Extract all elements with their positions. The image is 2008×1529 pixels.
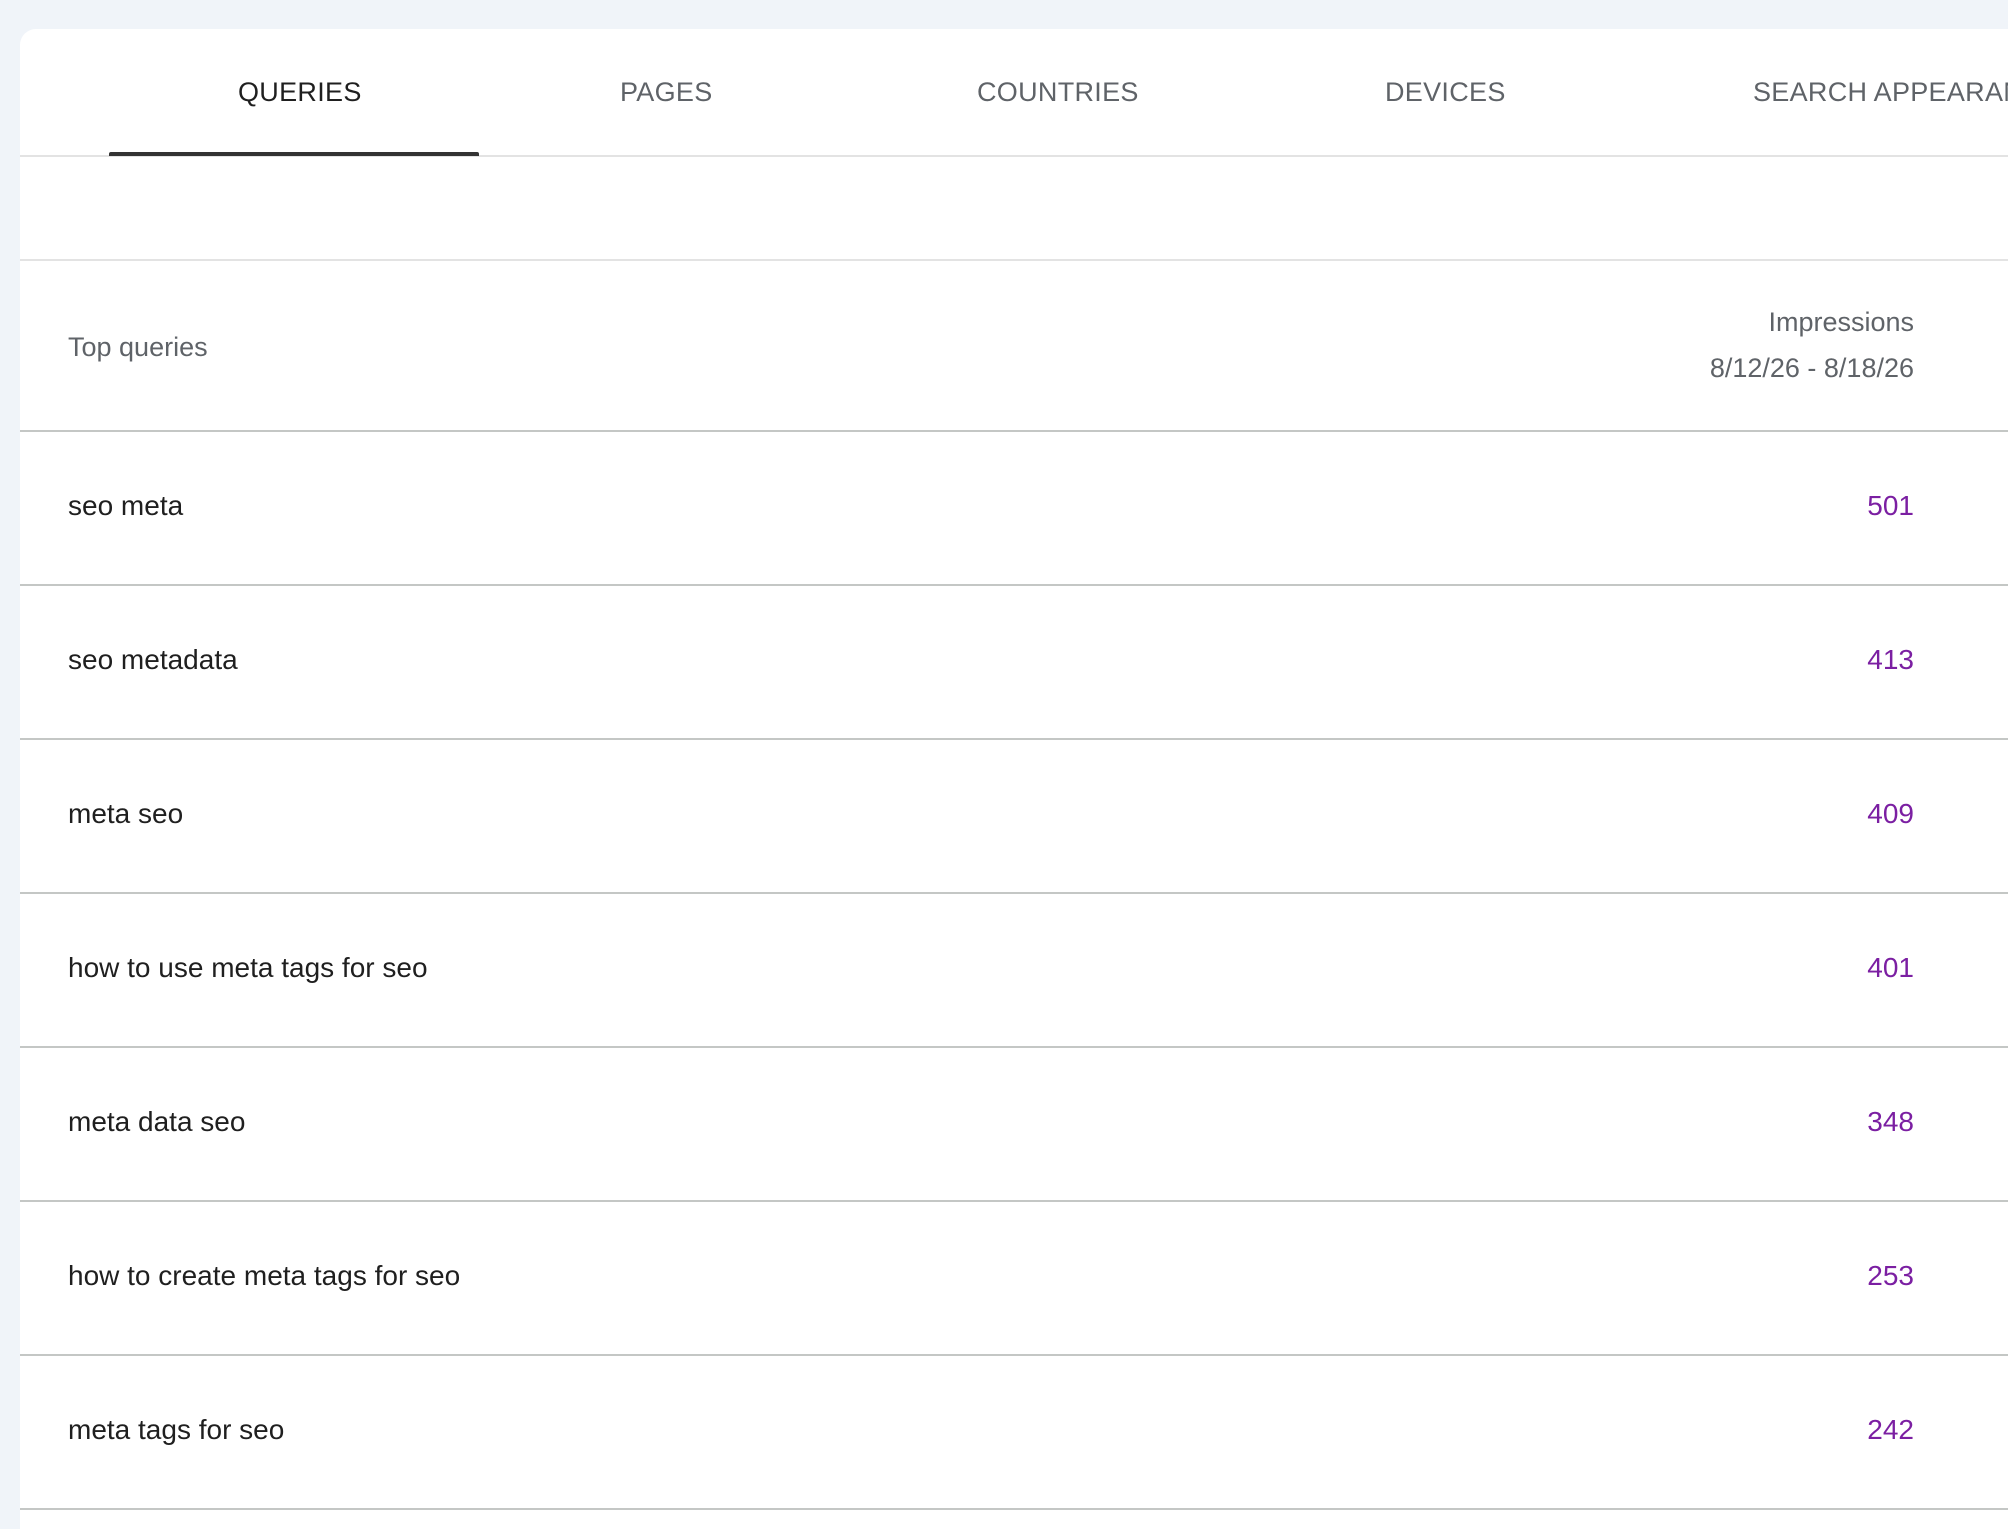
impressions-cell: 501	[1867, 490, 1914, 521]
query-cell: meta tags for seo	[68, 1414, 285, 1445]
query-cell: seo meta	[68, 490, 184, 521]
table-row[interactable]: how to create meta tags for seo 253	[20, 1202, 2008, 1356]
impressions-cell: 242	[1867, 1414, 1914, 1445]
tab-countries[interactable]: COUNTRIES	[977, 77, 1139, 108]
query-cell: meta data seo	[68, 1106, 246, 1137]
table-row[interactable]: seo meta 501	[20, 432, 2008, 586]
table-row[interactable]: how to use meta tags for seo 401	[20, 894, 2008, 1048]
table-row[interactable]: seo metadata 413	[20, 586, 2008, 740]
column-header-impressions[interactable]: Impressions 8/12/26 - 8/18/26	[1710, 299, 1914, 391]
tab-queries[interactable]: QUERIES	[238, 77, 362, 108]
query-cell: how to use meta tags for seo	[68, 952, 428, 983]
tab-search-appearance[interactable]: SEARCH APPEARANCE	[1753, 77, 2008, 108]
table-header: Top queries Impressions 8/12/26 - 8/18/2…	[20, 261, 2008, 432]
impressions-cell: 413	[1867, 644, 1914, 675]
toolbar-area	[20, 157, 2008, 261]
table-row[interactable]: meta seo 409	[20, 740, 2008, 894]
query-cell: meta seo	[68, 798, 184, 829]
tab-pages[interactable]: PAGES	[620, 77, 713, 108]
column-header-query[interactable]: Top queries	[68, 332, 208, 363]
active-tab-indicator	[109, 152, 479, 156]
impressions-cell: 409	[1867, 798, 1914, 829]
impressions-label: Impressions	[1768, 307, 1914, 337]
tab-devices[interactable]: DEVICES	[1385, 77, 1506, 108]
query-cell: how to create meta tags for seo	[68, 1260, 461, 1291]
dimension-tabs: QUERIES PAGES COUNTRIES DEVICES SEARCH A…	[20, 29, 2008, 157]
impressions-cell: 253	[1867, 1260, 1914, 1291]
table-row[interactable]: meta data seo 348	[20, 1048, 2008, 1202]
performance-report-card: QUERIES PAGES COUNTRIES DEVICES SEARCH A…	[20, 29, 2008, 1529]
impressions-cell: 348	[1867, 1106, 1914, 1137]
impressions-cell: 401	[1867, 952, 1914, 983]
date-range-label: 8/12/26 - 8/18/26	[1709, 353, 1914, 383]
query-cell: seo metadata	[68, 644, 238, 675]
table-row[interactable]: meta tags for seo 242	[20, 1356, 2008, 1510]
